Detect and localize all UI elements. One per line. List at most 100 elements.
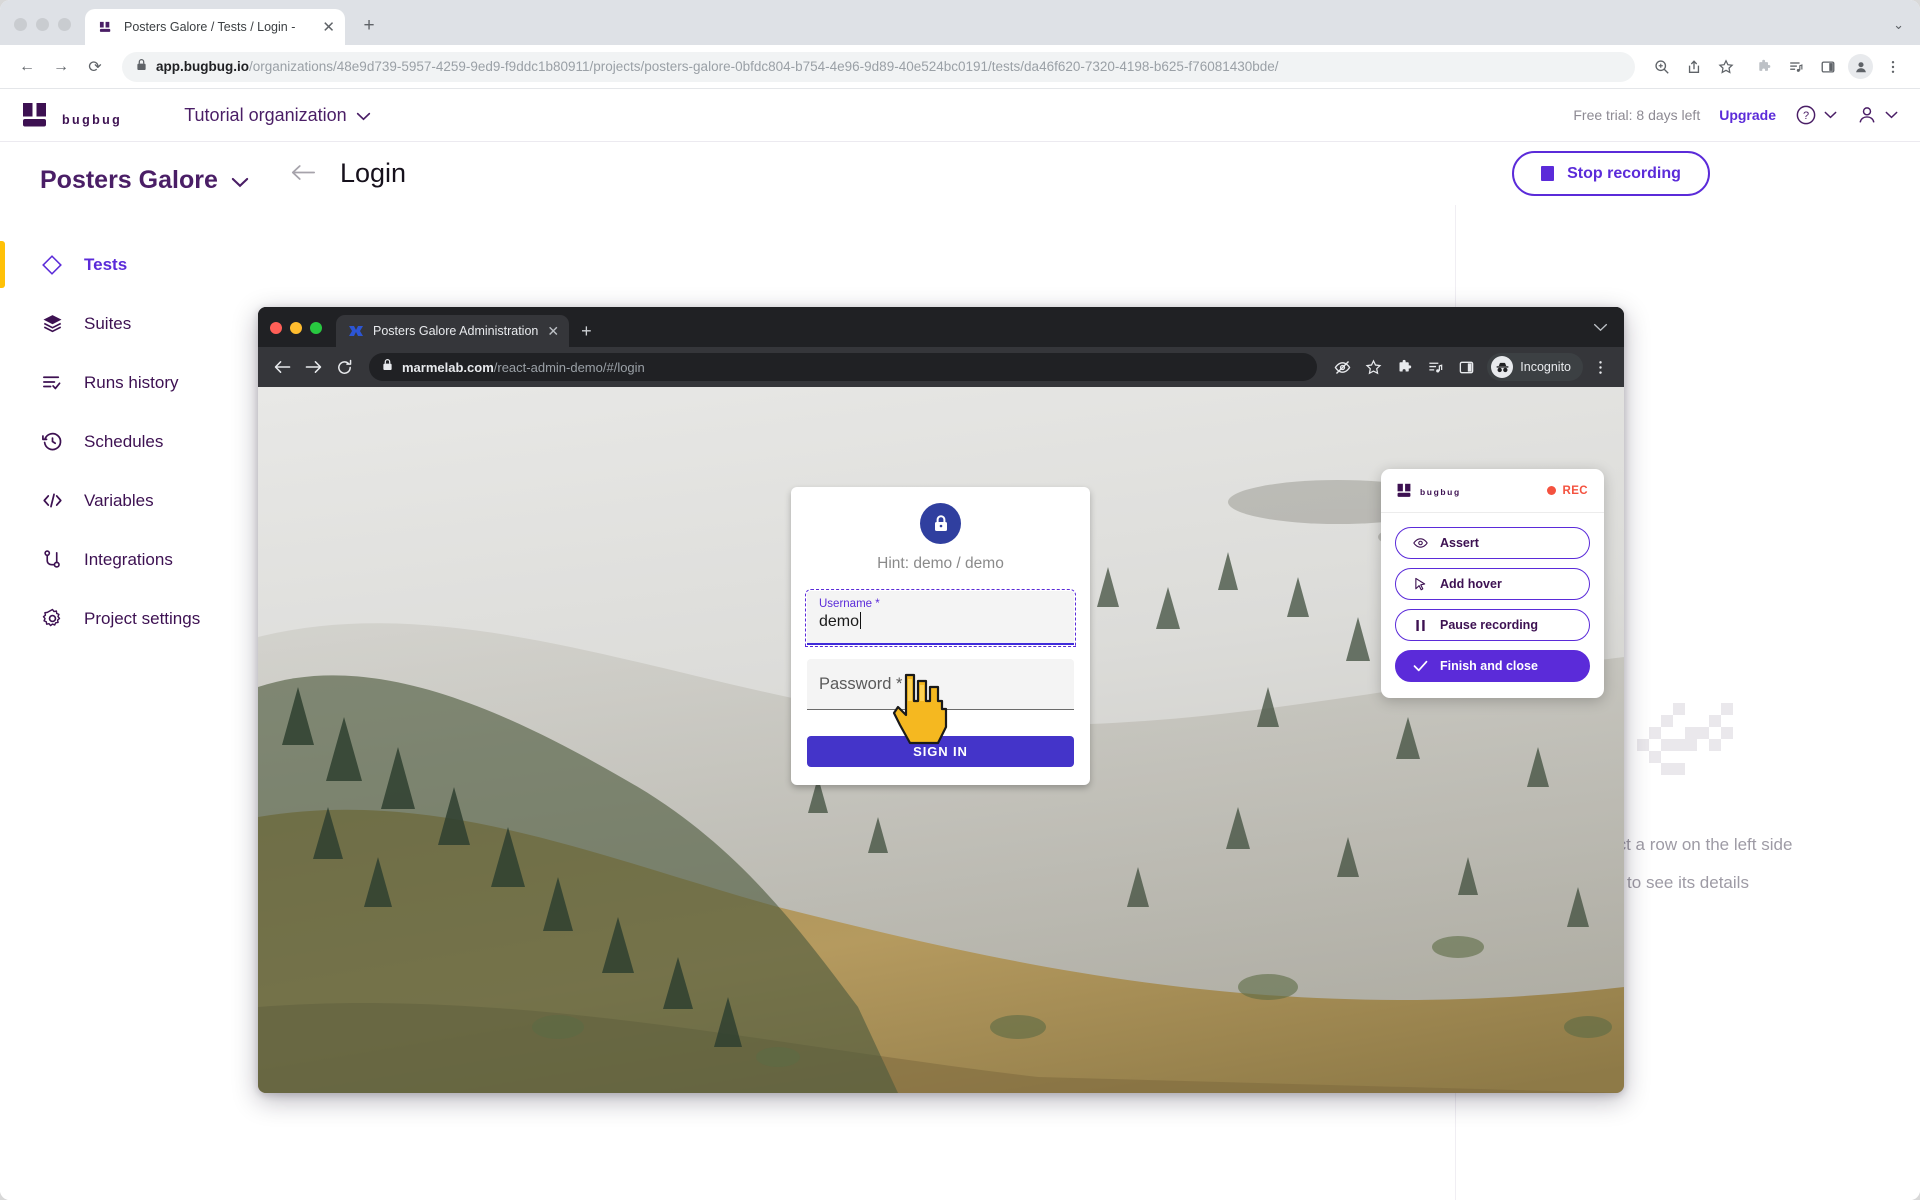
back-arrow-icon[interactable] bbox=[290, 161, 316, 186]
close-window-button[interactable] bbox=[270, 322, 282, 334]
react-admin-favicon bbox=[348, 323, 364, 339]
back-button[interactable]: ← bbox=[12, 52, 42, 82]
recorded-url: marmelab.com/react-admin-demo/#/login bbox=[402, 360, 645, 375]
user-menu[interactable] bbox=[1856, 104, 1898, 126]
help-menu[interactable]: ? bbox=[1795, 104, 1837, 126]
back-button[interactable] bbox=[268, 353, 296, 381]
reload-button[interactable]: ⟳ bbox=[80, 52, 110, 82]
stop-square-icon bbox=[1541, 166, 1555, 181]
extensions-puzzle-icon[interactable] bbox=[1749, 52, 1779, 82]
username-text: demo bbox=[819, 613, 860, 630]
browser-tab-title: Posters Galore / Tests / Login - bbox=[124, 20, 296, 34]
login-hint: Hint: demo / demo bbox=[877, 555, 1004, 572]
cursor-arrow-icon bbox=[1413, 577, 1428, 591]
username-value: demo bbox=[819, 612, 1062, 631]
maximize-window-button[interactable] bbox=[310, 322, 322, 334]
bugbug-logo[interactable]: bugbug bbox=[22, 102, 122, 128]
minimize-window-button[interactable] bbox=[36, 18, 49, 31]
zoom-icon[interactable] bbox=[1647, 52, 1677, 82]
incognito-label: Incognito bbox=[1520, 360, 1571, 374]
empty-state-line-2: to see its details bbox=[1627, 873, 1749, 893]
recorded-window-traffic-lights[interactable] bbox=[270, 322, 322, 347]
chevron-down-icon bbox=[1885, 111, 1898, 119]
chevron-down-icon bbox=[356, 105, 371, 126]
extensions-puzzle-icon[interactable] bbox=[1390, 353, 1418, 381]
close-tab-button[interactable]: ✕ bbox=[547, 324, 559, 338]
chrome-menu-icon[interactable] bbox=[1586, 353, 1614, 381]
incognito-indicator[interactable]: Incognito bbox=[1487, 353, 1583, 381]
bugbug-logo-text: bugbug bbox=[62, 113, 123, 127]
forward-button[interactable]: → bbox=[46, 52, 76, 82]
diamond-icon bbox=[40, 254, 64, 276]
add-hover-button[interactable]: Add hover bbox=[1395, 568, 1590, 600]
tabstrip-chevron-icon[interactable]: ⌄ bbox=[1893, 17, 1920, 45]
new-tab-button[interactable]: + bbox=[581, 321, 592, 342]
reload-button[interactable] bbox=[330, 353, 358, 381]
recorded-browser-window: Posters Galore Administration ✕ + marmel… bbox=[258, 307, 1624, 1093]
sidebar-item-runs-history[interactable]: Runs history bbox=[0, 353, 272, 412]
lock-icon bbox=[136, 58, 147, 76]
recorded-browser-tab[interactable]: Posters Galore Administration ✕ bbox=[336, 315, 570, 347]
sidebar-item-label: Variables bbox=[84, 490, 154, 510]
eye-off-icon[interactable] bbox=[1328, 353, 1356, 381]
bookmark-star-icon[interactable] bbox=[1359, 353, 1387, 381]
chevron-down-icon[interactable] bbox=[1593, 319, 1608, 337]
bugbug-app: bugbug Tutorial organization Free trial:… bbox=[0, 89, 1920, 1200]
address-bar-path: /organizations/48e9d739-5957-4259-9ed9-f… bbox=[248, 59, 1279, 74]
code-brackets-icon bbox=[40, 489, 64, 512]
list-check-icon bbox=[40, 371, 64, 394]
organization-switcher[interactable]: Tutorial organization bbox=[184, 105, 370, 126]
lock-icon bbox=[382, 358, 393, 376]
chevron-down-icon bbox=[1824, 111, 1837, 119]
reading-list-icon[interactable] bbox=[1781, 52, 1811, 82]
organization-name: Tutorial organization bbox=[184, 104, 347, 125]
stop-recording-button[interactable]: Stop recording bbox=[1512, 151, 1710, 196]
browser-tabstrip: Posters Galore / Tests / Login - ✕ + ⌄ bbox=[0, 0, 1920, 45]
text-caret bbox=[860, 612, 862, 629]
close-tab-button[interactable]: ✕ bbox=[322, 20, 335, 35]
forward-button[interactable] bbox=[299, 353, 327, 381]
browser-tab[interactable]: Posters Galore / Tests / Login - ✕ bbox=[85, 9, 345, 45]
assert-button[interactable]: Assert bbox=[1395, 527, 1590, 559]
content-topbar: Login Stop recording bbox=[272, 142, 1920, 205]
minimize-window-button[interactable] bbox=[290, 322, 302, 334]
browser-toolbar: ← → ⟳ app.bugbug.io/organizations/48e9d7… bbox=[0, 45, 1920, 89]
side-panel-icon[interactable] bbox=[1452, 353, 1480, 381]
incognito-icon bbox=[1491, 356, 1514, 378]
sidebar-item-schedules[interactable]: Schedules bbox=[0, 412, 272, 471]
pause-recording-button[interactable]: Pause recording bbox=[1395, 609, 1590, 641]
sidebar-item-suites[interactable]: Suites bbox=[0, 294, 272, 353]
project-switcher[interactable]: Posters Galore bbox=[0, 166, 272, 195]
help-icon: ? bbox=[1796, 105, 1816, 125]
finish-and-close-label: Finish and close bbox=[1440, 659, 1538, 673]
stop-recording-label: Stop recording bbox=[1567, 164, 1681, 182]
sidebar-item-label: Tests bbox=[84, 254, 128, 274]
recorded-address-bar[interactable]: marmelab.com/react-admin-demo/#/login bbox=[369, 353, 1318, 381]
share-icon[interactable] bbox=[1679, 52, 1709, 82]
bugbug-logo-mark bbox=[1397, 483, 1411, 497]
check-icon bbox=[1413, 660, 1428, 672]
chrome-menu-icon[interactable] bbox=[1878, 52, 1908, 82]
address-bar[interactable]: app.bugbug.io/organizations/48e9d739-595… bbox=[122, 51, 1635, 82]
profile-avatar[interactable] bbox=[1848, 54, 1873, 79]
sidebar-item-label: Project settings bbox=[84, 608, 201, 628]
username-input[interactable]: Username * demo bbox=[805, 589, 1076, 647]
sidebar-item-tests[interactable]: Tests bbox=[0, 235, 272, 294]
recorded-page-viewport: Hint: demo / demo Username * demo Passwo… bbox=[258, 387, 1624, 1093]
bugbug-logo-mark bbox=[23, 103, 46, 127]
new-tab-button[interactable]: + bbox=[354, 11, 384, 41]
trial-status: Free trial: 8 days left bbox=[1573, 107, 1701, 123]
sidebar-item-variables[interactable]: Variables bbox=[0, 471, 272, 530]
sidebar-item-integrations[interactable]: Integrations bbox=[0, 530, 272, 589]
close-window-button[interactable] bbox=[14, 18, 27, 31]
bookmark-star-icon[interactable] bbox=[1711, 52, 1741, 82]
finish-and-close-button[interactable]: Finish and close bbox=[1395, 650, 1590, 682]
side-panel-icon[interactable] bbox=[1813, 52, 1843, 82]
upgrade-link[interactable]: Upgrade bbox=[1719, 107, 1776, 123]
sidebar-item-project-settings[interactable]: Project settings bbox=[0, 589, 272, 648]
rec-dot-icon bbox=[1546, 486, 1556, 495]
window-traffic-lights[interactable] bbox=[14, 18, 71, 45]
maximize-window-button[interactable] bbox=[58, 18, 71, 31]
reading-list-icon[interactable] bbox=[1421, 353, 1449, 381]
browser-window: Posters Galore / Tests / Login - ✕ + ⌄ ←… bbox=[0, 0, 1920, 1200]
